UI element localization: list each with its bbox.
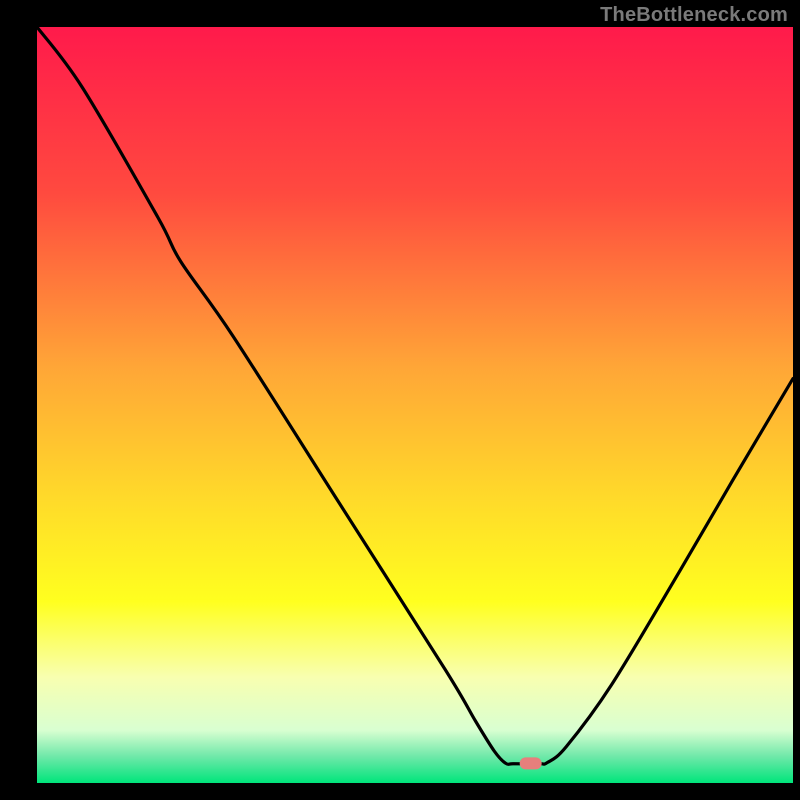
chart-svg [37, 27, 793, 783]
optimal-marker [520, 757, 542, 769]
plot-area [37, 27, 793, 783]
chart-container: TheBottleneck.com [0, 0, 800, 800]
watermark-text: TheBottleneck.com [600, 4, 788, 27]
gradient-background [37, 27, 793, 783]
